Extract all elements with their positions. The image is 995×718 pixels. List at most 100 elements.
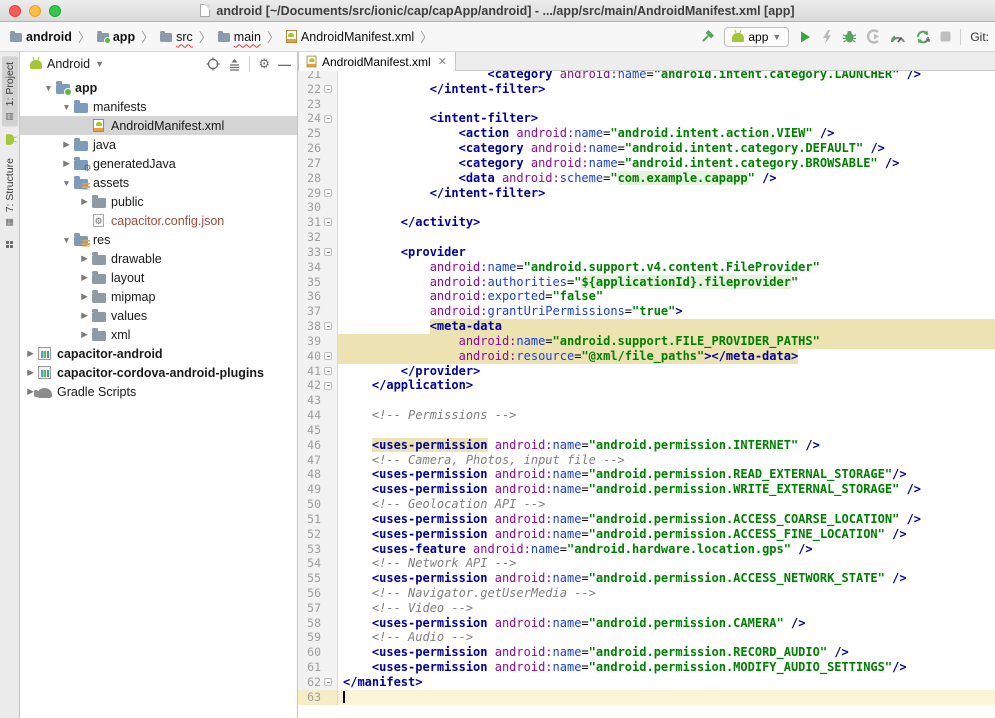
fold-marker-icon[interactable] <box>324 189 332 197</box>
code-line-55[interactable]: 55 <uses-permission android:name="androi… <box>298 571 995 586</box>
code-line-36[interactable]: 36 android:exported="false" <box>298 289 995 304</box>
chevron-right-icon[interactable]: ▶ <box>78 272 91 283</box>
fold-marker-icon[interactable] <box>324 322 332 330</box>
zoom-window-button[interactable] <box>49 5 61 17</box>
tree-item-res[interactable]: ▼res <box>20 230 297 249</box>
tool-window-button-structure[interactable]: ▦ 7: Structure <box>2 152 18 232</box>
code-line-31[interactable]: 31 </activity> <box>298 215 995 230</box>
breadcrumb-item-androidmanifest[interactable]: AndroidManifest.xml <box>284 28 416 46</box>
code-line-25[interactable]: 25 <action android:name="android.intent.… <box>298 126 995 141</box>
code-line-44[interactable]: 44 <!-- Permissions --> <box>298 408 995 423</box>
tree-item-capacitor-config-json[interactable]: capacitor.config.json <box>20 211 297 230</box>
code-line-60[interactable]: 60 <uses-permission android:name="androi… <box>298 645 995 660</box>
code-line-45[interactable]: 45 <box>298 423 995 438</box>
code-line-53[interactable]: 53 <uses-feature android:name="android.h… <box>298 542 995 557</box>
chevron-right-icon[interactable]: ▶ <box>78 253 91 264</box>
close-tab-icon[interactable]: ✕ <box>436 55 447 68</box>
tree-item-capacitor-cordova-android-plugins[interactable]: ▶capacitor-cordova-android-plugins <box>20 363 297 382</box>
hide-panel-icon[interactable]: — <box>278 57 291 72</box>
run-icon[interactable] <box>798 27 812 47</box>
locate-file-icon[interactable] <box>206 57 220 71</box>
code-line-54[interactable]: 54 <!-- Network API --> <box>298 556 995 571</box>
code-line-24[interactable]: 24 <intent-filter> <box>298 111 995 126</box>
chevron-down-icon[interactable]: ▼ <box>60 178 73 188</box>
stop-icon[interactable] <box>940 27 951 47</box>
tree-item-app[interactable]: ▼app <box>20 78 297 97</box>
tree-item-layout[interactable]: ▶layout <box>20 268 297 287</box>
tool-window-button-project[interactable]: ▤ 1: Project <box>2 56 18 126</box>
breadcrumb-item-app[interactable]: app <box>95 28 137 46</box>
code-line-42[interactable]: 42 </application> <box>298 378 995 393</box>
code-line-35[interactable]: 35 android:authorities="${applicationId}… <box>298 275 995 290</box>
code-line-56[interactable]: 56 <!-- Navigator.getUserMedia --> <box>298 586 995 601</box>
fold-marker-icon[interactable] <box>324 85 332 93</box>
code-line-30[interactable]: 30 <box>298 200 995 215</box>
chevron-right-icon[interactable]: ▶ <box>24 367 37 378</box>
code-line-33[interactable]: 33 <provider <box>298 245 995 260</box>
tab-androidmanifest[interactable]: AndroidManifest.xml ✕ <box>298 52 456 71</box>
code-line-52[interactable]: 52 <uses-permission android:name="androi… <box>298 527 995 542</box>
code-line-61[interactable]: 61 <uses-permission android:name="androi… <box>298 660 995 675</box>
fold-marker-icon[interactable] <box>324 248 332 256</box>
tree-item-gradle-scripts[interactable]: ▶Gradle Scripts <box>20 382 297 401</box>
code-line-51[interactable]: 51 <uses-permission android:name="androi… <box>298 512 995 527</box>
chevron-right-icon[interactable]: ▶ <box>60 158 73 169</box>
tree-item-assets[interactable]: ▼assets <box>20 173 297 192</box>
breadcrumb-item-src[interactable]: src <box>158 28 195 46</box>
chevron-right-icon[interactable]: ▶ <box>60 139 73 150</box>
code-line-37[interactable]: 37 android:grantUriPermissions="true"> <box>298 304 995 319</box>
close-window-button[interactable] <box>9 5 21 17</box>
code-line-34[interactable]: 34 android:name="android.support.v4.cont… <box>298 260 995 275</box>
chevron-right-icon[interactable]: ▶ <box>24 348 37 359</box>
fold-marker-icon[interactable] <box>324 678 332 686</box>
chevron-right-icon[interactable]: ▶ <box>78 196 91 207</box>
breadcrumb-item-main[interactable]: main <box>216 28 263 46</box>
profiler-icon[interactable] <box>890 27 906 47</box>
chevron-right-icon[interactable]: ▶ <box>78 329 91 340</box>
code-line-46[interactable]: 46 <uses-permission android:name="androi… <box>298 438 995 453</box>
debug-icon[interactable] <box>842 27 857 47</box>
fold-marker-icon[interactable] <box>324 218 332 226</box>
fold-marker-icon[interactable] <box>324 352 332 360</box>
code-line-57[interactable]: 57 <!-- Video --> <box>298 601 995 616</box>
breadcrumb-item-android[interactable]: android <box>8 28 74 46</box>
minimize-window-button[interactable] <box>29 5 41 17</box>
code-line-41[interactable]: 41 </provider> <box>298 364 995 379</box>
attach-debugger-icon[interactable] <box>866 27 881 47</box>
build-hammer-icon[interactable] <box>699 27 715 47</box>
code-line-58[interactable]: 58 <uses-permission android:name="androi… <box>298 616 995 631</box>
tree-item-java[interactable]: ▶java <box>20 135 297 154</box>
code-line-43[interactable]: 43 <box>298 393 995 408</box>
tree-item-manifests[interactable]: ▼manifests <box>20 97 297 116</box>
code-line-50[interactable]: 50 <!-- Geolocation API --> <box>298 497 995 512</box>
code-line-40[interactable]: 40 android:resource="@xml/file_paths"></… <box>298 349 995 364</box>
code-line-59[interactable]: 59 <!-- Audio --> <box>298 630 995 645</box>
fold-marker-icon[interactable] <box>324 382 332 390</box>
tree-item-public[interactable]: ▶public <box>20 192 297 211</box>
chevron-right-icon[interactable]: ▶ <box>78 291 91 302</box>
code-line-26[interactable]: 26 <category android:name="android.inten… <box>298 141 995 156</box>
code-line-49[interactable]: 49 <uses-permission android:name="androi… <box>298 482 995 497</box>
code-line-32[interactable]: 32 <box>298 230 995 245</box>
chevron-down-icon[interactable]: ▼ <box>42 83 55 93</box>
code-line-21[interactable]: 21 <category android:name="android.inten… <box>298 71 995 82</box>
code-line-29[interactable]: 29 </intent-filter> <box>298 186 995 201</box>
code-line-39[interactable]: 39 android:name="android.support.FILE_PR… <box>298 334 995 349</box>
code-line-47[interactable]: 47 <!-- Camera, Photos, input file --> <box>298 453 995 468</box>
gear-icon[interactable]: ⚙ <box>258 56 270 72</box>
apply-changes-icon[interactable] <box>821 27 833 47</box>
tree-item-androidmanifest-xml[interactable]: AndroidManifest.xml <box>20 116 297 135</box>
chevron-down-icon[interactable]: ▼ <box>60 235 73 245</box>
code-line-62[interactable]: 62</manifest> <box>298 675 995 690</box>
collapse-all-icon[interactable] <box>228 58 241 71</box>
tree-item-mipmap[interactable]: ▶mipmap <box>20 287 297 306</box>
code-line-22[interactable]: 22 </intent-filter> <box>298 82 995 97</box>
run-config-selector[interactable]: app ▼ <box>724 27 789 47</box>
gradle-sync-icon[interactable] <box>915 27 931 47</box>
chevron-down-icon[interactable]: ▼ <box>60 102 73 112</box>
tree-item-capacitor-android[interactable]: ▶capacitor-android <box>20 344 297 363</box>
code-line-27[interactable]: 27 <category android:name="android.inten… <box>298 156 995 171</box>
project-view-selector[interactable]: Android <box>47 57 90 71</box>
code-line-38[interactable]: 38 <meta-data <box>298 319 995 334</box>
tree-item-drawable[interactable]: ▶drawable <box>20 249 297 268</box>
